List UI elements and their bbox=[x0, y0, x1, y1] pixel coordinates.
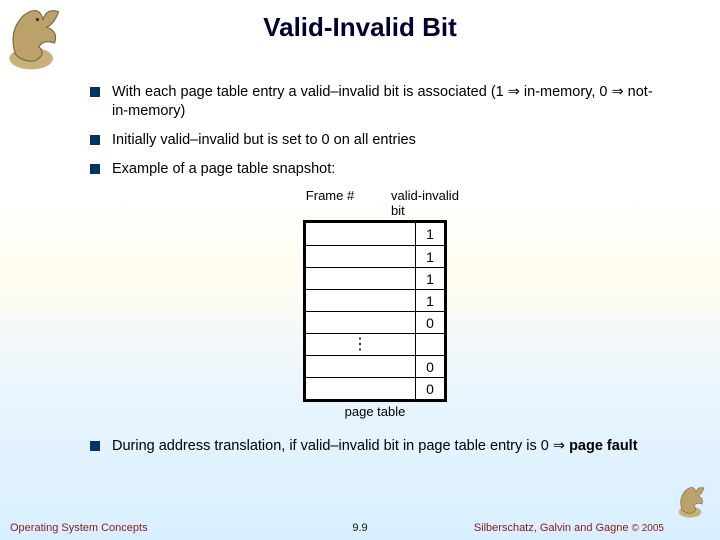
table-row: 1 bbox=[306, 223, 444, 245]
frame-cell bbox=[306, 290, 416, 311]
bullet-item: With each page table entry a valid–inval… bbox=[90, 83, 660, 121]
bit-cell: 1 bbox=[416, 268, 444, 289]
table-caption: page table bbox=[345, 404, 406, 419]
frame-cell bbox=[306, 356, 416, 377]
frame-cell bbox=[306, 378, 416, 399]
bit-cell: 1 bbox=[416, 290, 444, 311]
bullet-item: During address translation, if valid–inv… bbox=[90, 437, 660, 456]
bit-cell bbox=[416, 334, 444, 355]
frame-cell bbox=[306, 223, 416, 245]
footer-authors: Silberschatz, Galvin and Gagne bbox=[474, 522, 632, 534]
bullet-text: During address translation, if valid–inv… bbox=[112, 437, 660, 456]
bullet-text: Example of a page table snapshot: bbox=[112, 160, 660, 179]
frame-cell bbox=[306, 312, 416, 333]
square-bullet-icon bbox=[90, 164, 100, 174]
square-bullet-icon bbox=[90, 87, 100, 97]
column-header-valid-invalid: valid-invalid bit bbox=[385, 188, 475, 218]
bit-cell: 0 bbox=[416, 356, 444, 377]
bit-cell: 0 bbox=[416, 378, 444, 399]
square-bullet-icon bbox=[90, 135, 100, 145]
table-row: 1 bbox=[306, 245, 444, 267]
bullet-text-strong: page fault bbox=[569, 438, 637, 454]
table-row: 1 bbox=[306, 267, 444, 289]
page-table: 1 1 1 1 0 ⋮ 0 bbox=[303, 220, 447, 402]
frame-cell bbox=[306, 268, 416, 289]
table-row: 0 bbox=[306, 311, 444, 333]
footer-page-number: 9.9 bbox=[352, 522, 367, 534]
bullet-item: Example of a page table snapshot: bbox=[90, 160, 660, 179]
square-bullet-icon bbox=[90, 441, 100, 451]
ellipsis-cell: ⋮ bbox=[306, 334, 416, 355]
bit-cell: 0 bbox=[416, 312, 444, 333]
bullet-item: Initially valid–invalid but is set to 0 … bbox=[90, 131, 660, 150]
page-title: Valid-Invalid Bit bbox=[0, 0, 720, 43]
bullet-text: Initially valid–invalid but is set to 0 … bbox=[112, 131, 660, 150]
table-row-ellipsis: ⋮ bbox=[306, 333, 444, 355]
dinosaur-logo-small bbox=[674, 482, 714, 522]
footer-copyright: © 2005 bbox=[632, 523, 664, 534]
column-header-frame: Frame # bbox=[275, 188, 385, 218]
table-row: 1 bbox=[306, 289, 444, 311]
table-row: 0 bbox=[306, 355, 444, 377]
footer: Operating System Concepts 9.9 Silberscha… bbox=[0, 522, 720, 534]
page-table-figure: Frame # valid-invalid bit 1 1 1 1 0 bbox=[90, 188, 660, 419]
table-row: 0 bbox=[306, 377, 444, 399]
bit-cell: 1 bbox=[416, 223, 444, 245]
frame-cell bbox=[306, 246, 416, 267]
footer-left: Operating System Concepts bbox=[10, 522, 148, 534]
dinosaur-logo bbox=[0, 0, 78, 78]
bit-cell: 1 bbox=[416, 246, 444, 267]
bullet-text: With each page table entry a valid–inval… bbox=[112, 83, 660, 121]
footer-right: Silberschatz, Galvin and Gagne © 2005 bbox=[474, 522, 664, 534]
bullet-text-prefix: During address translation, if valid–inv… bbox=[112, 438, 569, 454]
